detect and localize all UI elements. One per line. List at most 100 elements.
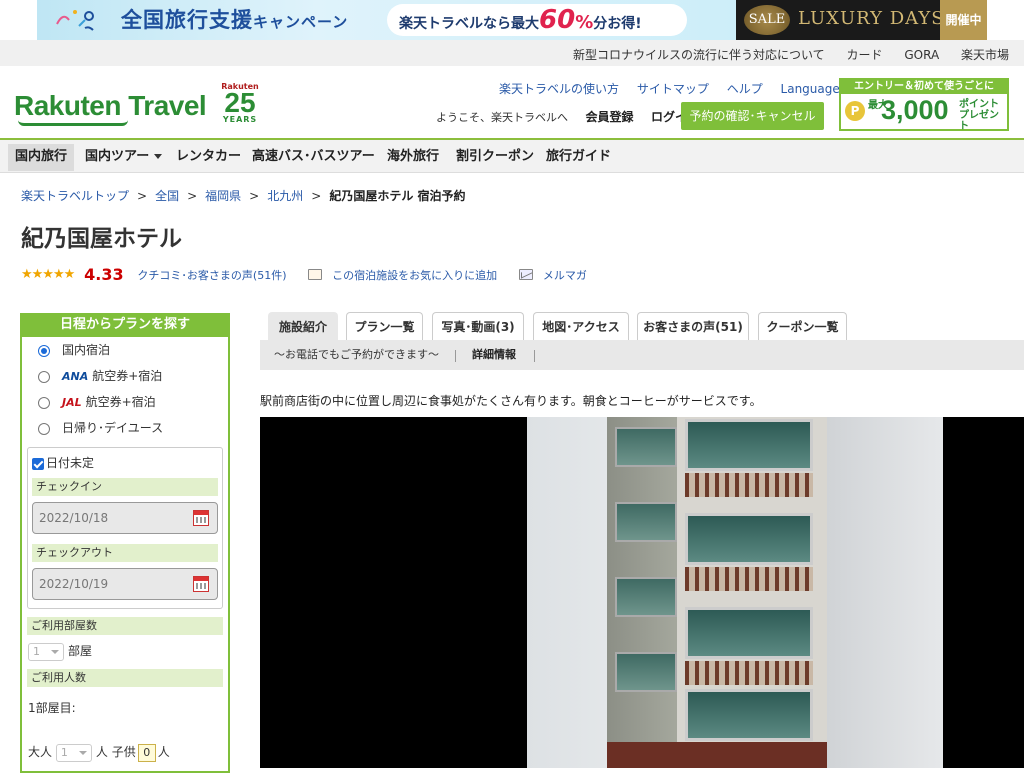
tab-photos-videos[interactable]: 写真･動画(3) [432, 312, 524, 340]
ana-logo-icon: ANA [62, 370, 89, 383]
reservation-check-button[interactable]: 予約の確認･キャンセル [681, 102, 824, 130]
add-favorite-link[interactable]: この宿泊施設をお気に入りに追加 [332, 267, 497, 283]
reviews-link[interactable]: クチコミ･お客さまの声(51件) [137, 267, 286, 283]
nav-label: 旅行ガイド [546, 149, 612, 164]
radio-selected[interactable] [38, 344, 50, 357]
detail-info-link[interactable]: 詳細情報 [472, 340, 516, 370]
photo-window [615, 427, 677, 467]
point-coin-icon: P [845, 101, 865, 121]
entry-top-text: エントリー＆初めて使うごとに [841, 80, 1007, 94]
promo-banner[interactable]: 全国旅行支援キャンペーン 楽天トラベルなら最大60%分お得! SALE LUXU… [0, 0, 1024, 40]
radio-unselected[interactable] [38, 370, 50, 383]
register-link[interactable]: 会員登録 [586, 110, 634, 124]
divider [455, 350, 456, 362]
confetti-icon [56, 10, 94, 31]
star-rating-icon: ★★★★★ [21, 267, 75, 282]
plan-search-title: 日程からプランを探す [22, 313, 228, 337]
option-day-use[interactable]: 日帰り･デイユース [22, 415, 228, 441]
radio-unselected[interactable] [38, 422, 50, 435]
entry-points-label: ポイント プレゼント [959, 99, 999, 132]
tab-coupons[interactable]: クーポン一覧 [758, 312, 847, 340]
header-links: 楽天トラベルの使い方 サイトマップ ヘルプ Languages [499, 80, 873, 97]
date-box: 日付未定 チェックイン 2022/10/18 チェックアウト 2022/10/1… [27, 447, 223, 609]
sitemap-link[interactable]: サイトマップ [637, 82, 709, 96]
rooms-select[interactable]: 1 [28, 642, 64, 661]
utility-link-covid[interactable]: 新型コロナウイルスの流行に伴う対応について [573, 48, 825, 62]
option-ana-flight-stay[interactable]: ANA 航空券+宿泊 [22, 363, 228, 389]
calendar-icon[interactable] [193, 510, 209, 526]
photo-window [685, 607, 813, 659]
years-label: YEARS [222, 115, 258, 124]
tab-map-access[interactable]: 地図･アクセス [533, 312, 629, 340]
photo-railing [685, 567, 813, 591]
mail-icon [519, 269, 533, 280]
photo-signage [607, 742, 827, 768]
photo-window [685, 689, 813, 741]
child-label: 子供 [111, 745, 136, 759]
adult-select[interactable]: 1 [55, 743, 92, 762]
photo-railing [685, 473, 813, 497]
favorite-icon [308, 269, 323, 280]
child-count-button[interactable]: 0 [137, 743, 156, 762]
breadcrumb: 楽天トラベルトップ > 全国 > 福岡県 > 北九州 > 紀乃国屋ホテル 宿泊予約 [21, 187, 466, 204]
option-jal-flight-stay[interactable]: JAL 航空券+宿泊 [22, 389, 228, 415]
breadcrumb-national[interactable]: 全国 [155, 189, 179, 203]
nav-coupons[interactable]: 割引クーポン [449, 144, 541, 171]
people-label: ご利用人数 [27, 669, 223, 687]
utility-links: 新型コロナウイルスの流行に伴う対応について カード GORA 楽天市場 [555, 46, 1009, 63]
promo-pill-percent: % [575, 12, 594, 33]
rooms-label: ご利用部屋数 [27, 617, 223, 635]
breadcrumb-fukuoka[interactable]: 福岡県 [205, 189, 241, 203]
open-badge: 開催中 [940, 0, 987, 40]
25-years-logo: Rakuten 25 YEARS [221, 82, 259, 128]
breadcrumb-separator: > [137, 189, 148, 203]
date-undecided-row[interactable]: 日付未定 [32, 454, 218, 472]
nav-label: 高速バス･バスツアー [252, 149, 375, 164]
promo-pill-prefix: 楽天トラベルなら最大 [399, 16, 539, 32]
breadcrumb-top[interactable]: 楽天トラベルトップ [21, 189, 129, 203]
breadcrumb-kitakyushu[interactable]: 北九州 [267, 189, 303, 203]
plan-search-panel: 日程からプランを探す 国内宿泊 ANA 航空券+宿泊 JAL 航空券+宿泊 日帰り･… [20, 313, 230, 773]
nav-domestic-travel[interactable]: 国内旅行 [8, 144, 75, 171]
calendar-icon[interactable] [193, 576, 209, 592]
promo-title: 全国旅行支援キャンペーン [121, 4, 348, 34]
breadcrumb-separator: > [311, 189, 322, 203]
utility-link-gora[interactable]: GORA [904, 48, 939, 62]
welcome-text: ようこそ、楽天トラベルへ [436, 111, 568, 124]
site-header: Rakuten Travel Rakuten 25 YEARS 楽天トラベルの使… [0, 66, 1024, 140]
how-to-use-link[interactable]: 楽天トラベルの使い方 [499, 82, 619, 96]
travel-support-banner[interactable]: 全国旅行支援キャンペーン 楽天トラベルなら最大60%分お得! [37, 0, 736, 40]
entry-points-banner[interactable]: エントリー＆初めて使うごとに P 最大 3,000 ポイント プレゼント [839, 78, 1009, 132]
tab-plan-list[interactable]: プラン一覧 [346, 312, 423, 340]
option-label: 国内宿泊 [62, 343, 111, 357]
checkout-date-input[interactable]: 2022/10/19 [32, 568, 218, 600]
hotel-photo[interactable] [260, 417, 1024, 768]
nav-highway-bus[interactable]: 高速バス･バスツアー [245, 144, 382, 171]
checkin-date-input[interactable]: 2022/10/18 [32, 502, 218, 534]
rating-score: 4.33 [84, 265, 124, 284]
nav-travel-guide[interactable]: 旅行ガイド [539, 144, 618, 171]
breadcrumb-current: 紀乃国屋ホテル 宿泊予約 [329, 189, 466, 203]
rakuten-travel-logo[interactable]: Rakuten Travel [14, 90, 207, 122]
help-link[interactable]: ヘルプ [727, 82, 763, 96]
mail-magazine-link[interactable]: メルマガ [543, 267, 587, 283]
tab-facility-info[interactable]: 施設紹介 [268, 312, 338, 340]
nav-domestic-tour[interactable]: 国内ツアー [78, 144, 169, 171]
people-row: 大人 1人 子供 0 人 [28, 742, 228, 762]
photo-window [615, 502, 677, 542]
photo-window [685, 513, 813, 565]
checkin-label: チェックイン [32, 478, 218, 496]
option-domestic-stay[interactable]: 国内宿泊 [22, 337, 228, 363]
radio-unselected[interactable] [38, 396, 50, 409]
utility-link-ichiba[interactable]: 楽天市場 [961, 48, 1009, 62]
date-undecided-label: 日付未定 [46, 456, 95, 470]
child-unit: 人 [157, 745, 170, 759]
jal-logo-icon: JAL [62, 396, 82, 409]
nav-rental-car[interactable]: レンタカー [169, 144, 248, 171]
nav-overseas[interactable]: 海外旅行 [380, 144, 446, 171]
luxury-days-banner[interactable]: SALE LUXURY DAYS 開催中 [736, 0, 987, 40]
date-undecided-checkbox[interactable] [32, 457, 44, 470]
tab-reviews[interactable]: お客さまの声(51) [637, 312, 749, 340]
checkout-date-value: 2022/10/19 [39, 577, 109, 591]
utility-link-card[interactable]: カード [847, 48, 883, 62]
